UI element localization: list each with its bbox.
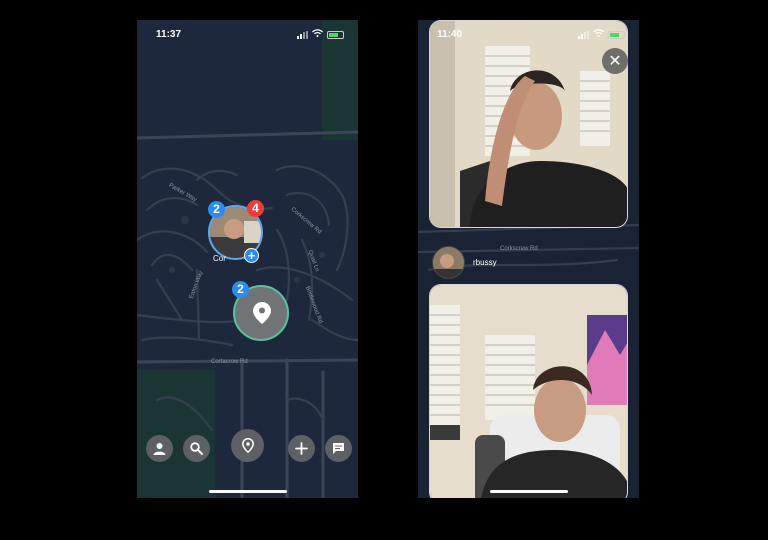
profile-button[interactable]: [146, 435, 173, 462]
signal-icon: [578, 30, 589, 39]
person-icon: [153, 443, 166, 455]
signal-icon: [297, 30, 308, 39]
status-icons: [297, 29, 344, 40]
chat-button[interactable]: [325, 435, 352, 462]
close-icon: ✕: [608, 53, 622, 70]
status-bar: 11:40: [418, 20, 639, 46]
friend-pin-label: Cor: [213, 254, 226, 263]
plus-icon: [295, 442, 308, 455]
location-pin-icon: [253, 302, 271, 324]
user-row[interactable]: rbussy: [432, 246, 497, 279]
selfie-photo-bottom: [429, 284, 628, 498]
location-pin-icon: [241, 438, 254, 453]
battery-icon: [327, 30, 344, 39]
photo-image: [430, 285, 627, 498]
search-button[interactable]: [183, 435, 210, 462]
home-indicator: [489, 490, 568, 493]
status-time: 11:40: [437, 29, 463, 40]
wifi-icon: [312, 29, 323, 40]
status-time: 11:37: [156, 29, 182, 40]
wifi-icon: [593, 29, 604, 40]
map-screen: Parker Way Corkscrew Rd Quail Ln Eaton W…: [137, 20, 358, 498]
road-label: Corkscrew Rd: [500, 246, 538, 252]
username: rbussy: [473, 258, 497, 267]
add-friend-button[interactable]: +: [244, 248, 259, 263]
photo-image: [430, 21, 627, 227]
battery-icon: [608, 30, 625, 39]
chat-icon: [333, 443, 344, 454]
photo-screen: 11:40 ✕ Corkscrew Rd rbussy: [418, 20, 639, 498]
home-indicator: [208, 490, 287, 493]
add-button[interactable]: [288, 435, 315, 462]
friend-count-badge: 2: [208, 201, 225, 218]
search-icon: [190, 442, 203, 455]
road-label: Cortacrow Rd: [211, 359, 248, 365]
status-bar: 11:37: [137, 20, 358, 46]
selfie-photo-top: [429, 20, 628, 228]
my-location-button[interactable]: [231, 429, 264, 462]
close-button[interactable]: ✕: [602, 48, 628, 74]
notification-badge: 4: [247, 200, 264, 217]
status-icons: [578, 29, 625, 40]
place-count-badge: 2: [232, 281, 249, 298]
avatar: [432, 246, 465, 279]
